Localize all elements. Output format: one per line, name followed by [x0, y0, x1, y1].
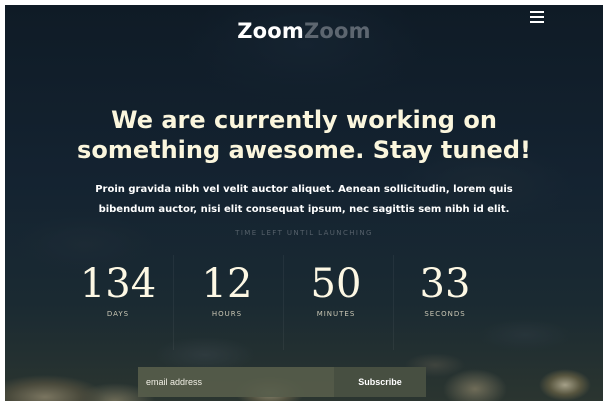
- countdown-seconds: 33 SECONDS: [390, 262, 500, 318]
- countdown-value: 33: [419, 261, 471, 307]
- countdown-minutes: 50 MINUTES: [281, 262, 391, 318]
- subscribe-form: Subscribe: [138, 367, 426, 397]
- page-description: Proin gravida nibh vel velit auctor aliq…: [5, 180, 603, 220]
- email-input[interactable]: [138, 367, 334, 397]
- subscribe-button[interactable]: Subscribe: [334, 367, 426, 397]
- countdown-value: 12: [201, 261, 253, 307]
- countdown-caption: TIME LEFT UNTIL LAUNCHING: [235, 229, 373, 237]
- headline-line: We are currently working on: [111, 106, 497, 134]
- countdown-value: 134: [79, 261, 157, 307]
- site-logo[interactable]: ZoomZoom: [5, 19, 603, 43]
- menu-bar: [530, 16, 544, 18]
- countdown-days: 134 DAYS: [63, 262, 173, 318]
- countdown-hours: 12 HOURS: [172, 262, 282, 318]
- page-background: ZoomZoom We are currently working on som…: [5, 5, 603, 401]
- description-line: bibendum auctor, nisi elit consequat ips…: [98, 204, 510, 215]
- logo-text-secondary: Zoom: [304, 19, 371, 43]
- countdown-label: SECONDS: [424, 310, 466, 318]
- countdown-label: DAYS: [106, 310, 130, 318]
- hamburger-menu-icon[interactable]: [530, 11, 544, 23]
- countdown-label: MINUTES: [316, 310, 356, 318]
- countdown-value: 50: [310, 261, 362, 307]
- logo-text-primary: Zoom: [237, 19, 304, 43]
- description-line: Proin gravida nibh vel velit auctor aliq…: [95, 184, 513, 195]
- page-headline: We are currently working on something aw…: [5, 105, 603, 165]
- headline-line: something awesome. Stay tuned!: [77, 136, 531, 164]
- countdown-label: HOURS: [211, 310, 243, 318]
- menu-bar: [530, 11, 544, 13]
- menu-bar: [530, 21, 544, 23]
